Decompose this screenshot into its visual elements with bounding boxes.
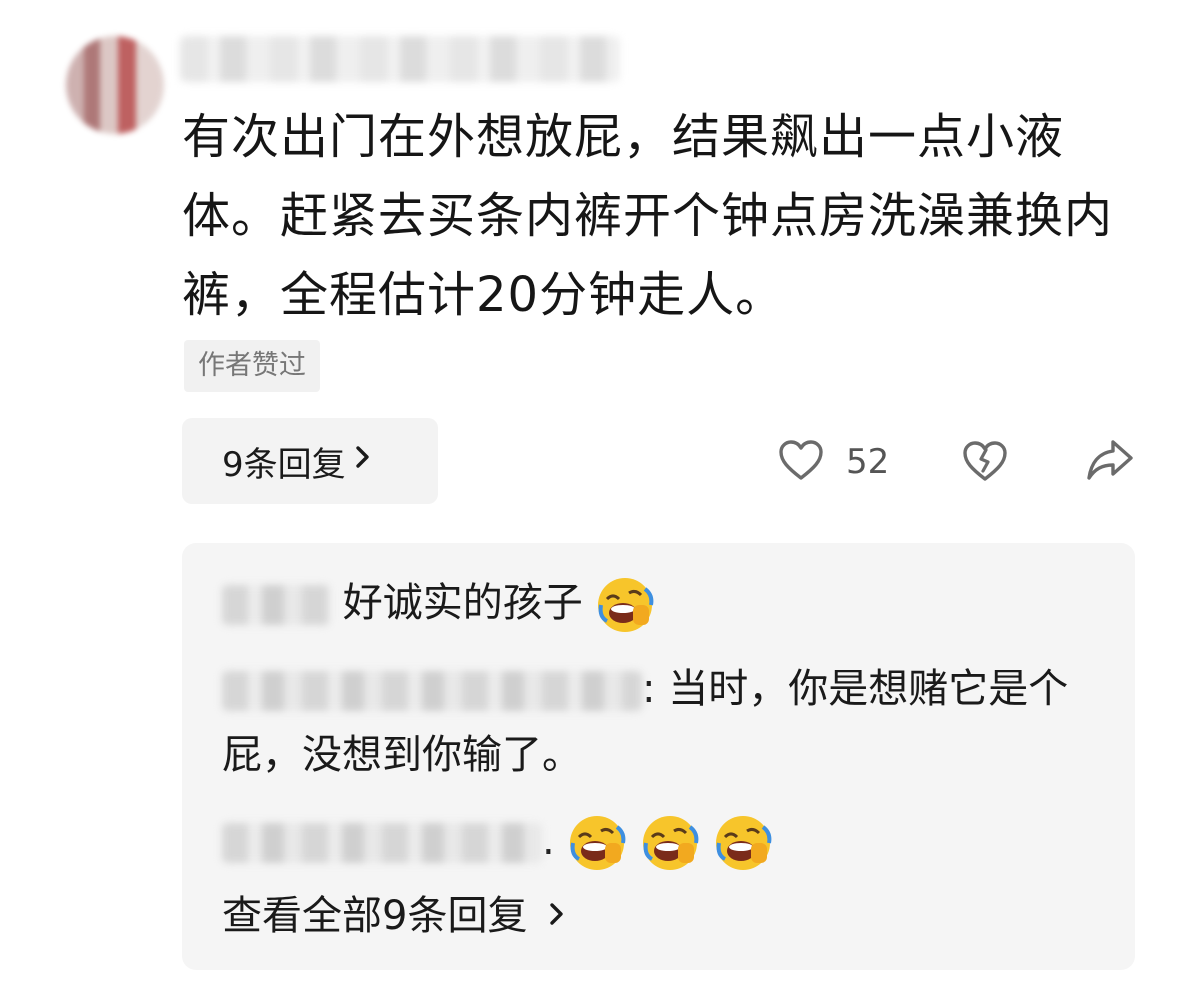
rolling-laughing-emoji-icon <box>640 813 700 873</box>
reply-item[interactable]: 好诚实的孩子 <box>222 570 655 636</box>
avatar[interactable] <box>66 36 164 134</box>
reply-item[interactable]: : 当时，你是想赌它是个屁，没想到你输了。 <box>222 656 1092 788</box>
heart-outline-icon <box>778 439 824 485</box>
rolling-laughing-emoji-icon <box>713 813 773 873</box>
replies-button[interactable]: 9条回复 <box>182 418 438 504</box>
author-liked-badge: 作者赞过 <box>184 340 320 392</box>
view-all-replies-label: 查看全部9条回复 <box>222 893 528 939</box>
reply-author-blurred <box>222 823 542 863</box>
like-count: 52 <box>846 442 890 482</box>
chevron-right-icon <box>546 888 568 944</box>
dislike-button[interactable] <box>962 440 1008 486</box>
like-button[interactable]: 52 <box>778 437 889 487</box>
share-button[interactable] <box>1085 438 1135 486</box>
chevron-right-icon <box>352 441 374 481</box>
rolling-laughing-emoji-icon <box>567 813 627 873</box>
reply-item[interactable]: . <box>222 808 773 874</box>
username-blurred[interactable] <box>180 36 620 82</box>
reply-author-blurred <box>222 671 642 711</box>
broken-heart-icon <box>962 441 1008 486</box>
comment-text: 有次出门在外想放屁，结果飙出一点小液体。赶紧去买条内裤开个钟点房洗澡兼换内裤，全… <box>182 109 1114 323</box>
reply-author-blurred <box>222 585 330 625</box>
replies-button-label: 9条回复 <box>222 444 346 485</box>
view-all-replies-link[interactable]: 查看全部9条回复 <box>222 888 568 944</box>
reply-text: . <box>542 818 555 864</box>
share-arrow-icon <box>1085 440 1135 486</box>
rolling-laughing-emoji-icon <box>595 575 655 635</box>
reply-text: 好诚实的孩子 <box>342 580 583 626</box>
